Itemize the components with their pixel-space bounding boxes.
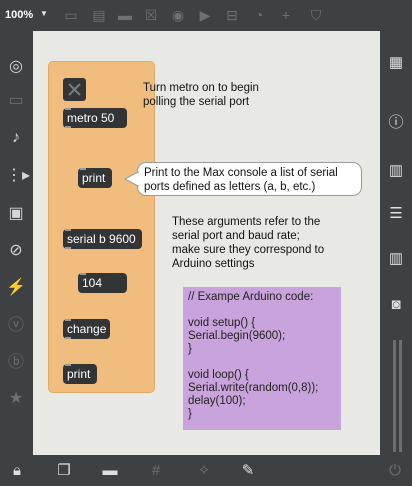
metro-label: metro 50 [67,111,115,125]
toggle-button[interactable] [63,78,86,101]
inlet-icon[interactable] [80,273,86,275]
serial-label: serial b 9600 [67,232,136,246]
metro-comment: Turn metro on to begin polling the seria… [143,82,259,108]
inlet-icon[interactable] [65,364,71,366]
outlet-icon[interactable] [65,247,71,249]
info-icon[interactable]: ⓘ [386,113,406,133]
presentation-icon[interactable]: ▬ [100,461,120,481]
list-icon[interactable]: ☰ [386,204,406,224]
wand-icon[interactable]: ✧ [194,461,214,481]
change-label: change [67,322,107,336]
metro-object[interactable]: metro 50 [63,108,127,128]
change-object[interactable]: change [63,319,110,339]
inlet-icon[interactable] [65,108,71,110]
level-meter-left [393,340,396,452]
lock-icon[interactable]: 🔒︎ [7,461,27,481]
outlet-icon[interactable] [65,126,71,128]
outlet-icon[interactable] [65,337,71,339]
bubble-pointer-icon [124,171,139,187]
print-comment: Print to the Max console a list of seria… [144,167,338,193]
print-label: print [82,171,106,185]
number-box[interactable]: 104 [78,273,127,293]
windows-icon[interactable]: ❐ [54,461,74,481]
inlet-icon[interactable] [65,319,71,321]
inlet-icon[interactable] [80,168,86,170]
level-meter-right [399,340,402,452]
inlet-icon[interactable] [65,229,71,231]
print-comment-bubble: Print to the Max console a list of seria… [137,162,362,196]
book-icon[interactable]: ▥ [386,161,406,181]
wrench-icon[interactable]: ✎ [238,461,258,481]
right-sidebar: ▦ ⓘ ▥ ☰ ▥ ◙ [380,31,412,455]
print-object[interactable]: print [78,168,112,188]
book-icon-2[interactable]: ▥ [386,249,406,269]
bottom-toolbar: 🔒︎ ❐ ▬ # ✧ ✎ ⏻ [0,455,412,486]
power-icon[interactable]: ⏻ [385,461,405,481]
args-comment: These arguments refer to the serial port… [172,216,325,270]
print-object-2[interactable]: print [63,364,97,384]
arduino-code-comment: // Exampe Arduino code: void setup() { S… [183,287,341,430]
grid-icon[interactable]: ▦ [386,53,406,73]
print-label-2: print [67,367,91,381]
grid-icon[interactable]: # [146,461,166,481]
serial-object[interactable]: serial b 9600 [63,229,142,249]
number-value: 104 [82,276,103,290]
camera-icon[interactable]: ◙ [386,295,406,315]
